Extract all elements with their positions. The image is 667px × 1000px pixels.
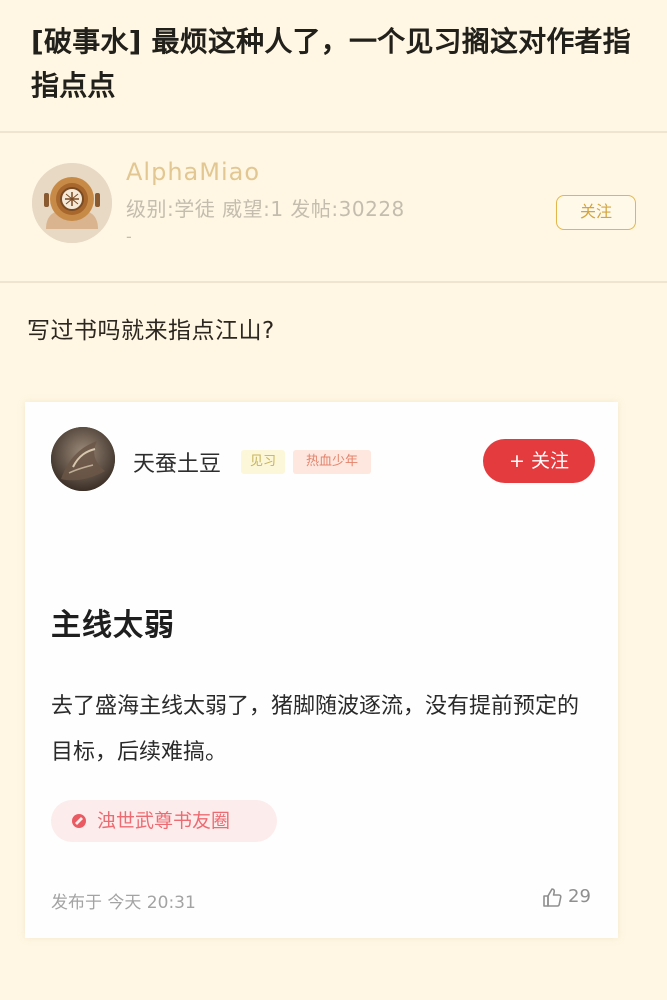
author-avatar-icon[interactable] [32,163,112,243]
author-name[interactable]: AlphaMiao [126,158,260,186]
post-time: 发布于 今天 20:31 [51,893,196,913]
embed-post-title: 主线太弱 [51,608,175,643]
embed-avatar-icon [51,427,115,491]
embed-username: 天蚕土豆 [133,452,222,477]
author-meta: 级别:学徒 威望:1 发帖:30228 [126,197,405,221]
embed-post-body: 去了盛海主线太弱了，猪脚随波逐流，没有提前预定的目标，后续难搞。 [51,694,580,765]
circle-tag-label: 浊世武尊书友圈 [97,810,231,832]
book-circle-icon [72,814,86,828]
tag-badge: 热血少年 [293,450,371,474]
level-badge: 见习 [241,450,285,474]
circle-tag: 浊世武尊书友圈 [51,800,277,842]
author-extra: - [126,227,132,246]
thread-title: [破事水] 最烦这种人了，一个见习搁这对作者指指点点 [31,25,631,102]
follow-button[interactable]: 关注 [556,195,636,230]
embedded-screenshot: 天蚕土豆 见习 热血少年 + 关注 主线太弱 去了盛海主线太弱了，猪脚随波逐流，… [25,402,618,938]
author-block: AlphaMiao 级别:学徒 威望:1 发帖:30228 - 关注 [0,133,667,281]
post-text: 写过书吗就来指点江山? [27,318,275,344]
embed-follow-button: + 关注 [483,439,595,483]
thumbs-up-icon [543,888,562,907]
author-divider [0,281,667,283]
like-count: 29 [568,886,591,907]
